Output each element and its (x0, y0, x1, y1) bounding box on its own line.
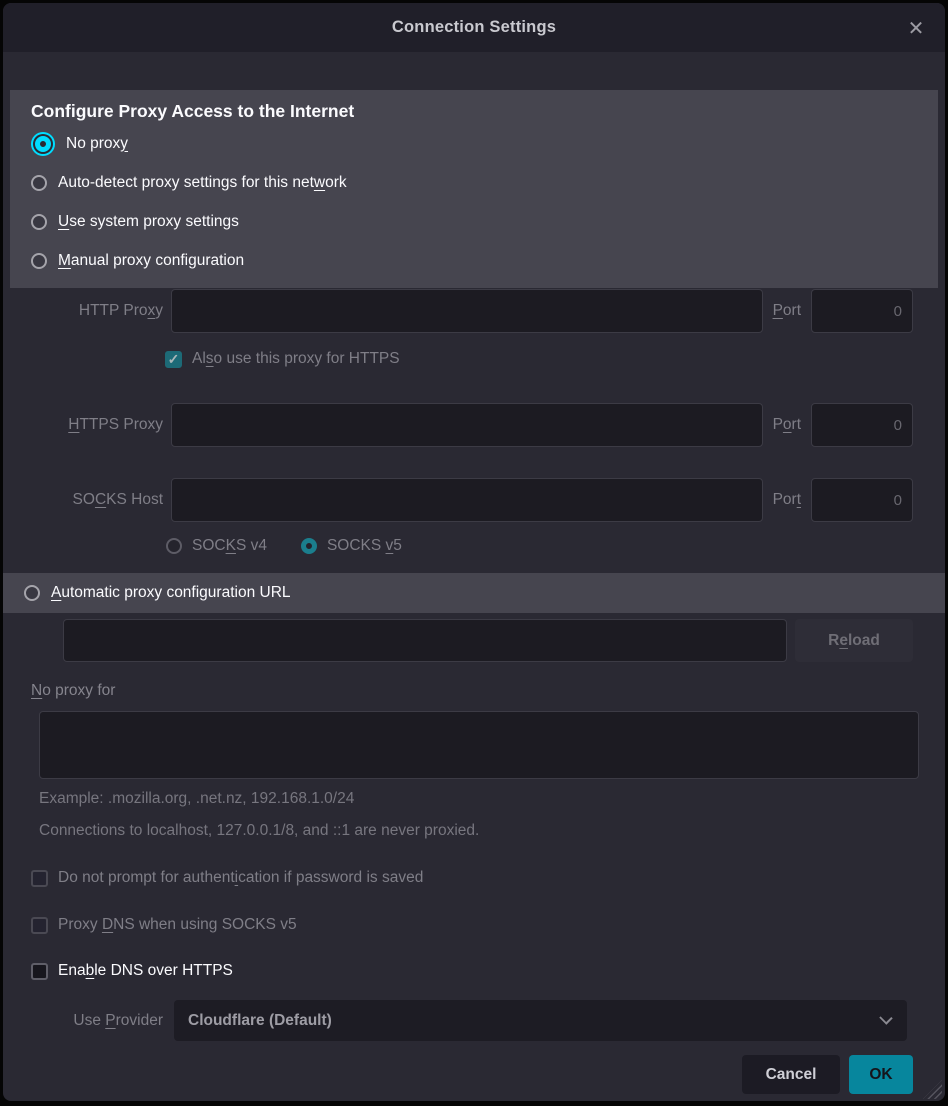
radio-no-proxy[interactable]: No proxy (10, 124, 938, 163)
close-icon[interactable]: ✕ (903, 15, 929, 41)
proxy-dns-label: Proxy DNS when using SOCKS v5 (58, 916, 297, 934)
radio-manual-proxy-label: Manual proxy configuration (58, 252, 244, 270)
proxy-mode-panel: Configure Proxy Access to the Internet N… (10, 90, 938, 288)
no-proxy-for-textarea (39, 711, 919, 779)
socks-v5-label: SOCKS v5 (327, 537, 402, 555)
auto-url-label: Automatic proxy configuration URL (51, 584, 291, 602)
radio-auto-url[interactable]: Automatic proxy configuration URL (3, 573, 945, 613)
http-proxy-input (171, 289, 763, 333)
no-proxy-for-label: No proxy for (31, 682, 945, 702)
enable-doh-label: Enable DNS over HTTPS (58, 962, 233, 980)
checkbox-unchecked-icon (31, 917, 48, 934)
checkbox-checked-icon: ✓ (165, 351, 182, 368)
screen: Connection Settings ✕ Configure Proxy Ac… (0, 0, 948, 1106)
radio-auto-detect-label: Auto-detect proxy settings for this netw… (58, 174, 347, 192)
radio-auto-detect[interactable]: Auto-detect proxy settings for this netw… (10, 163, 938, 202)
checkbox-unchecked-icon (31, 963, 48, 980)
ok-button[interactable]: OK (849, 1055, 913, 1094)
http-port-label: Port (773, 302, 801, 320)
socks-host-row: SOCKS Host Port (3, 478, 913, 522)
radio-unselected-icon (31, 175, 47, 191)
radio-unselected-icon (31, 253, 47, 269)
provider-select: Cloudflare (Default) (174, 1000, 907, 1041)
checkbox-no-prompt-auth: Do not prompt for authentication if pass… (31, 868, 945, 888)
dialog-title: Connection Settings (392, 18, 556, 37)
radio-system-proxy[interactable]: Use system proxy settings (10, 202, 938, 241)
no-prompt-auth-label: Do not prompt for authentication if pass… (58, 869, 423, 887)
checkbox-unchecked-icon (31, 870, 48, 887)
http-proxy-label: HTTP Proxy (3, 302, 163, 320)
socks-host-input (171, 478, 763, 522)
dialog-titlebar: Connection Settings ✕ (3, 3, 945, 52)
radio-unselected-icon (24, 585, 40, 601)
socks-port-label: Port (773, 491, 801, 509)
checkbox-proxy-dns: Proxy DNS when using SOCKS v5 (31, 915, 945, 935)
socks-port-input (811, 478, 913, 522)
cancel-button[interactable]: Cancel (742, 1055, 840, 1094)
provider-select-value: Cloudflare (Default) (188, 1012, 332, 1030)
radio-manual-proxy[interactable]: Manual proxy configuration (10, 241, 938, 280)
radio-socks-v4-icon (166, 538, 182, 554)
panel-heading: Configure Proxy Access to the Internet (10, 101, 938, 124)
radio-unselected-icon (31, 214, 47, 230)
socks-version-row: SOCKS v4 SOCKS v5 (166, 535, 945, 557)
auto-url-row: Reload (63, 619, 913, 662)
http-port-input (811, 289, 913, 333)
no-proxy-example-text: Example: .mozilla.org, .net.nz, 192.168.… (39, 790, 945, 808)
also-https-row: ✓ Also use this proxy for HTTPS (165, 348, 945, 370)
https-proxy-input (171, 403, 763, 447)
radio-no-proxy-label: No proxy (66, 135, 128, 153)
radio-selected-icon (35, 136, 51, 152)
connection-settings-dialog: Connection Settings ✕ Configure Proxy Ac… (3, 3, 945, 1101)
dialog-footer: Cancel OK (3, 1055, 913, 1094)
also-https-label: Also use this proxy for HTTPS (192, 350, 400, 368)
https-proxy-label: HTTPS Proxy (3, 416, 163, 434)
https-proxy-row: HTTPS Proxy Port (3, 403, 913, 447)
socks-v4-label: SOCKS v4 (192, 537, 267, 555)
auto-url-input (63, 619, 787, 662)
socks-host-label: SOCKS Host (3, 491, 163, 509)
reload-button: Reload (795, 619, 913, 662)
http-proxy-row: HTTP Proxy Port (3, 289, 913, 333)
checkbox-enable-doh[interactable]: Enable DNS over HTTPS (31, 961, 945, 981)
chevron-down-icon (879, 1011, 892, 1024)
localhost-note-text: Connections to localhost, 127.0.0.1/8, a… (39, 822, 945, 840)
resize-grip[interactable] (923, 1080, 942, 1099)
https-port-input (811, 403, 913, 447)
radio-socks-v5-icon (301, 538, 317, 554)
use-provider-label: Use Provider (3, 1012, 163, 1030)
radio-system-proxy-label: Use system proxy settings (58, 213, 239, 231)
provider-row: Use Provider Cloudflare (Default) (3, 1000, 907, 1041)
https-port-label: Port (773, 416, 801, 434)
